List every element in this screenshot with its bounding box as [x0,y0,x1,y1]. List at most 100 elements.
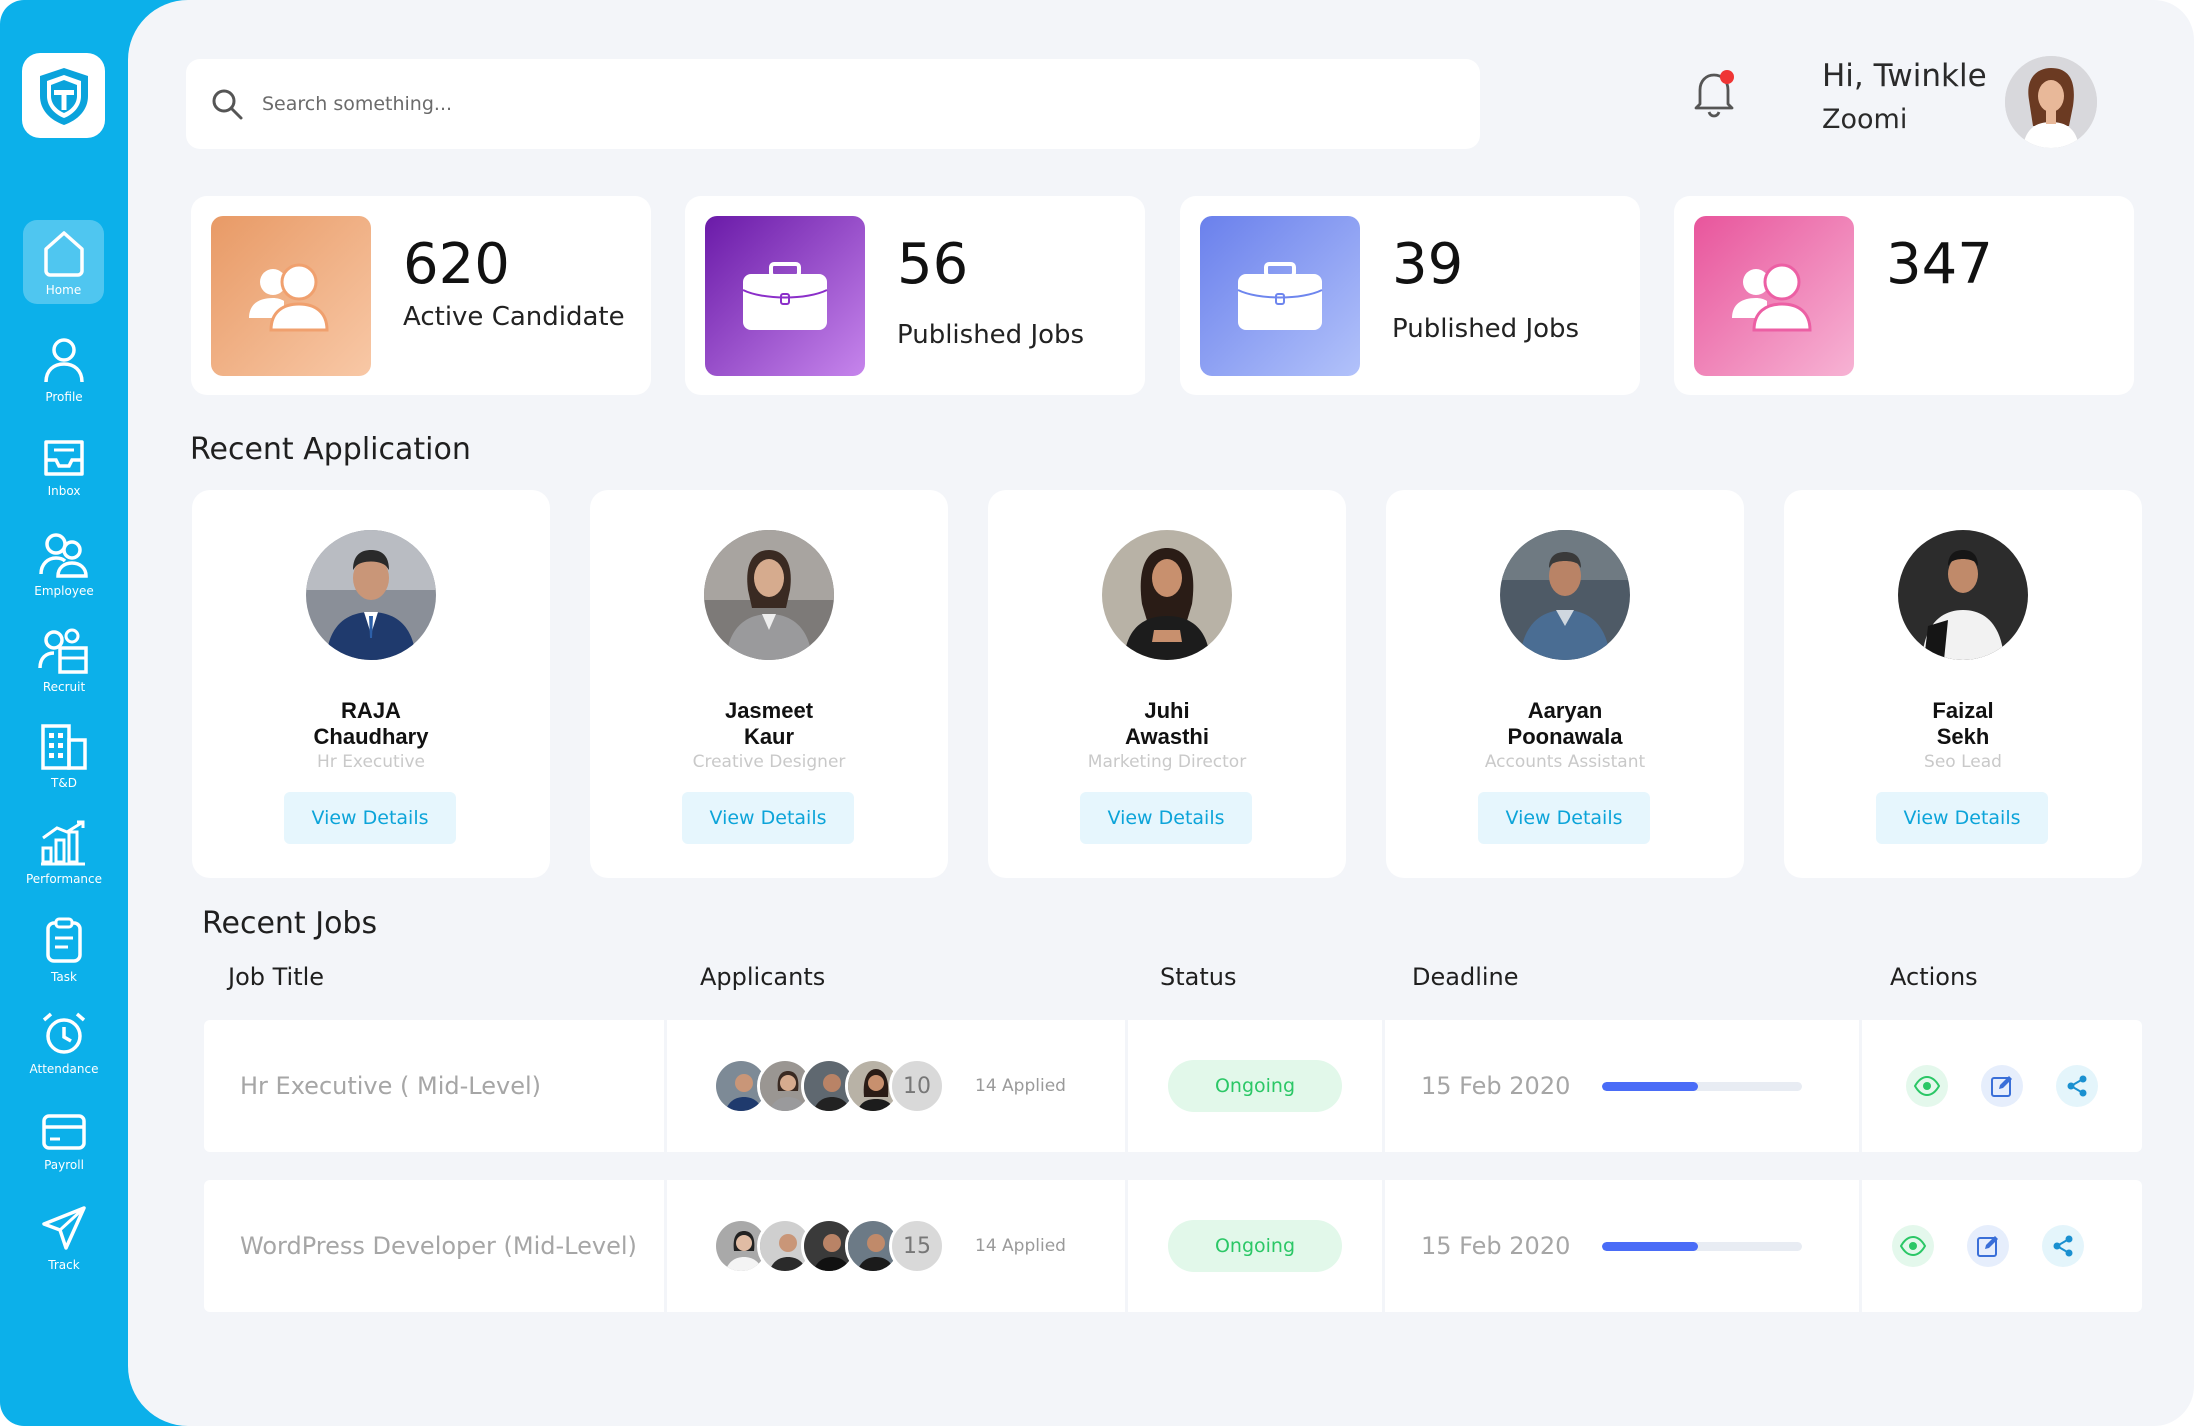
table-row: Hr Executive ( Mid-Level) 10 14 Applied … [204,1020,2142,1152]
inbox-icon [44,440,84,476]
share-button[interactable] [2056,1065,2098,1107]
sidebar-item-attendance[interactable]: Attendance [10,1010,118,1076]
applicant-photo [306,530,436,660]
applicant-first-name: RAJA [341,698,401,723]
sidebar-item-payroll[interactable]: Payroll [10,1110,118,1172]
deadline-progress-bar [1602,1241,1803,1251]
view-details-button[interactable]: View Details [682,792,854,844]
clipboard-icon [46,917,82,963]
stat-value: 347 [1886,232,1993,297]
edit-icon [1977,1236,1998,1257]
stat-card-published-jobs[interactable]: 56 Published Jobs [685,196,1145,395]
sidebar-item-profile[interactable]: Profile [10,336,118,404]
applicants-cell: 10 14 Applied [667,1020,1125,1152]
share-button[interactable] [2042,1225,2084,1267]
sidebar-item-t-and-d[interactable]: T&D [10,722,118,790]
company-name: Zoomi [1822,104,1908,135]
sidebar-item-label: Inbox [47,484,81,498]
edit-button[interactable] [1967,1225,2009,1267]
more-applicants-count: 10 [889,1058,945,1114]
applicant-role: Hr Executive [317,752,425,772]
briefcase-icon [1237,262,1323,330]
applicant-card: Juhi Awasthi Marketing Director View Deta… [988,490,1346,878]
stat-tile [1694,216,1854,376]
applicant-card: Faizal Sekh Seo Lead View Details [1784,490,2142,878]
stat-card-published-jobs-2[interactable]: 39 Published Jobs [1180,196,1640,395]
view-details-button[interactable]: View Details [1478,792,1650,844]
applicant-name: Juhi Awasthi [988,698,1346,750]
sidebar-item-label: Profile [45,390,83,404]
users-icon [39,533,88,578]
column-header-applicants: Applicants [700,963,826,991]
applicant-first-name: Faizal [1932,698,1994,723]
avatar-portrait-icon [2005,56,2097,148]
table-row: WordPress Developer (Mid-Level) 15 14 Ap… [204,1180,2142,1312]
sidebar-item-task[interactable]: Task [10,916,118,984]
sidebar-item-label: Performance [25,872,103,886]
stat-tile [705,216,865,376]
deadline-date: 15 Feb 2020 [1421,1072,1571,1100]
status-cell: Ongoing [1128,1180,1382,1312]
notification-bell[interactable] [1690,66,1738,120]
applicant-photo [1500,530,1630,660]
view-button[interactable] [1906,1065,1948,1107]
stat-label: Published Jobs [1392,314,1580,344]
search-input[interactable] [262,93,1262,115]
view-details-button[interactable]: View Details [1876,792,2048,844]
stat-value: 39 [1392,232,1464,297]
edit-button[interactable] [1981,1065,2023,1107]
stat-tile [211,216,371,376]
edit-icon [1991,1076,2012,1097]
deadline-date: 15 Feb 2020 [1421,1232,1571,1260]
shield-logo-icon [39,67,88,125]
job-title: Hr Executive ( Mid-Level) [204,1020,664,1152]
share-icon [2053,1235,2073,1257]
applicant-role: Marketing Director [1087,752,1247,772]
deadline-cell: 15 Feb 2020 [1385,1180,1859,1312]
sidebar-item-inbox[interactable]: Inbox [10,436,118,498]
share-icon [2067,1075,2087,1097]
sidebar-item-performance[interactable]: Performance [10,818,118,886]
eye-icon [1900,1236,1926,1256]
app-logo[interactable] [22,53,105,138]
applicant-avatars[interactable]: 10 [713,1058,945,1114]
stat-tile [1200,216,1360,376]
applicant-first-name: Juhi [1144,698,1190,723]
applicant-avatars[interactable]: 15 [713,1218,945,1274]
eye-icon [1914,1076,1940,1096]
deadline-progress-bar [1602,1081,1803,1091]
applicants-cell: 15 14 Applied [667,1180,1125,1312]
view-details-button[interactable]: View Details [1080,792,1252,844]
status-cell: Ongoing [1128,1020,1382,1152]
deadline-cell: 15 Feb 2020 [1385,1020,1859,1152]
column-header-deadline: Deadline [1412,963,1519,991]
applicant-name: Faizal Sekh [1784,698,2142,750]
applicant-name: Jasmeet Kaur [590,698,948,750]
stat-card-4[interactable]: 347 [1674,196,2134,395]
sidebar-item-label: Attendance [29,1062,99,1076]
sidebar-item-track[interactable]: Track [10,1204,118,1272]
user-avatar[interactable] [2005,56,2097,148]
sidebar-item-employee[interactable]: Employee [10,530,118,598]
users-icon [249,263,329,332]
applicant-name: Aaryan Poonawala [1386,698,1744,750]
view-button[interactable] [1892,1225,1934,1267]
person-portrait-icon [1500,530,1630,660]
more-applicants-count: 15 [889,1218,945,1274]
applicant-last-name: Kaur [743,724,795,749]
status-badge: Ongoing [1168,1220,1342,1272]
recent-jobs-title: Recent Jobs [202,906,378,941]
sidebar-item-recruit[interactable]: Recruit [10,626,118,694]
sidebar-item-label: Task [51,970,77,984]
stat-value: 620 [403,232,510,297]
actions-cell [1862,1020,2142,1152]
view-details-button[interactable]: View Details [284,792,456,844]
applicant-first-name: Aaryan [1527,698,1603,723]
home-icon [43,231,84,277]
applicant-last-name: Awasthi [1125,724,1209,749]
search-bar[interactable] [186,59,1480,149]
sidebar-item-home[interactable]: Home [23,220,104,304]
alarm-clock-icon [42,1012,86,1054]
stat-card-active-candidate[interactable]: 620 Active Candidate [191,196,651,395]
stat-value: 56 [897,232,969,297]
